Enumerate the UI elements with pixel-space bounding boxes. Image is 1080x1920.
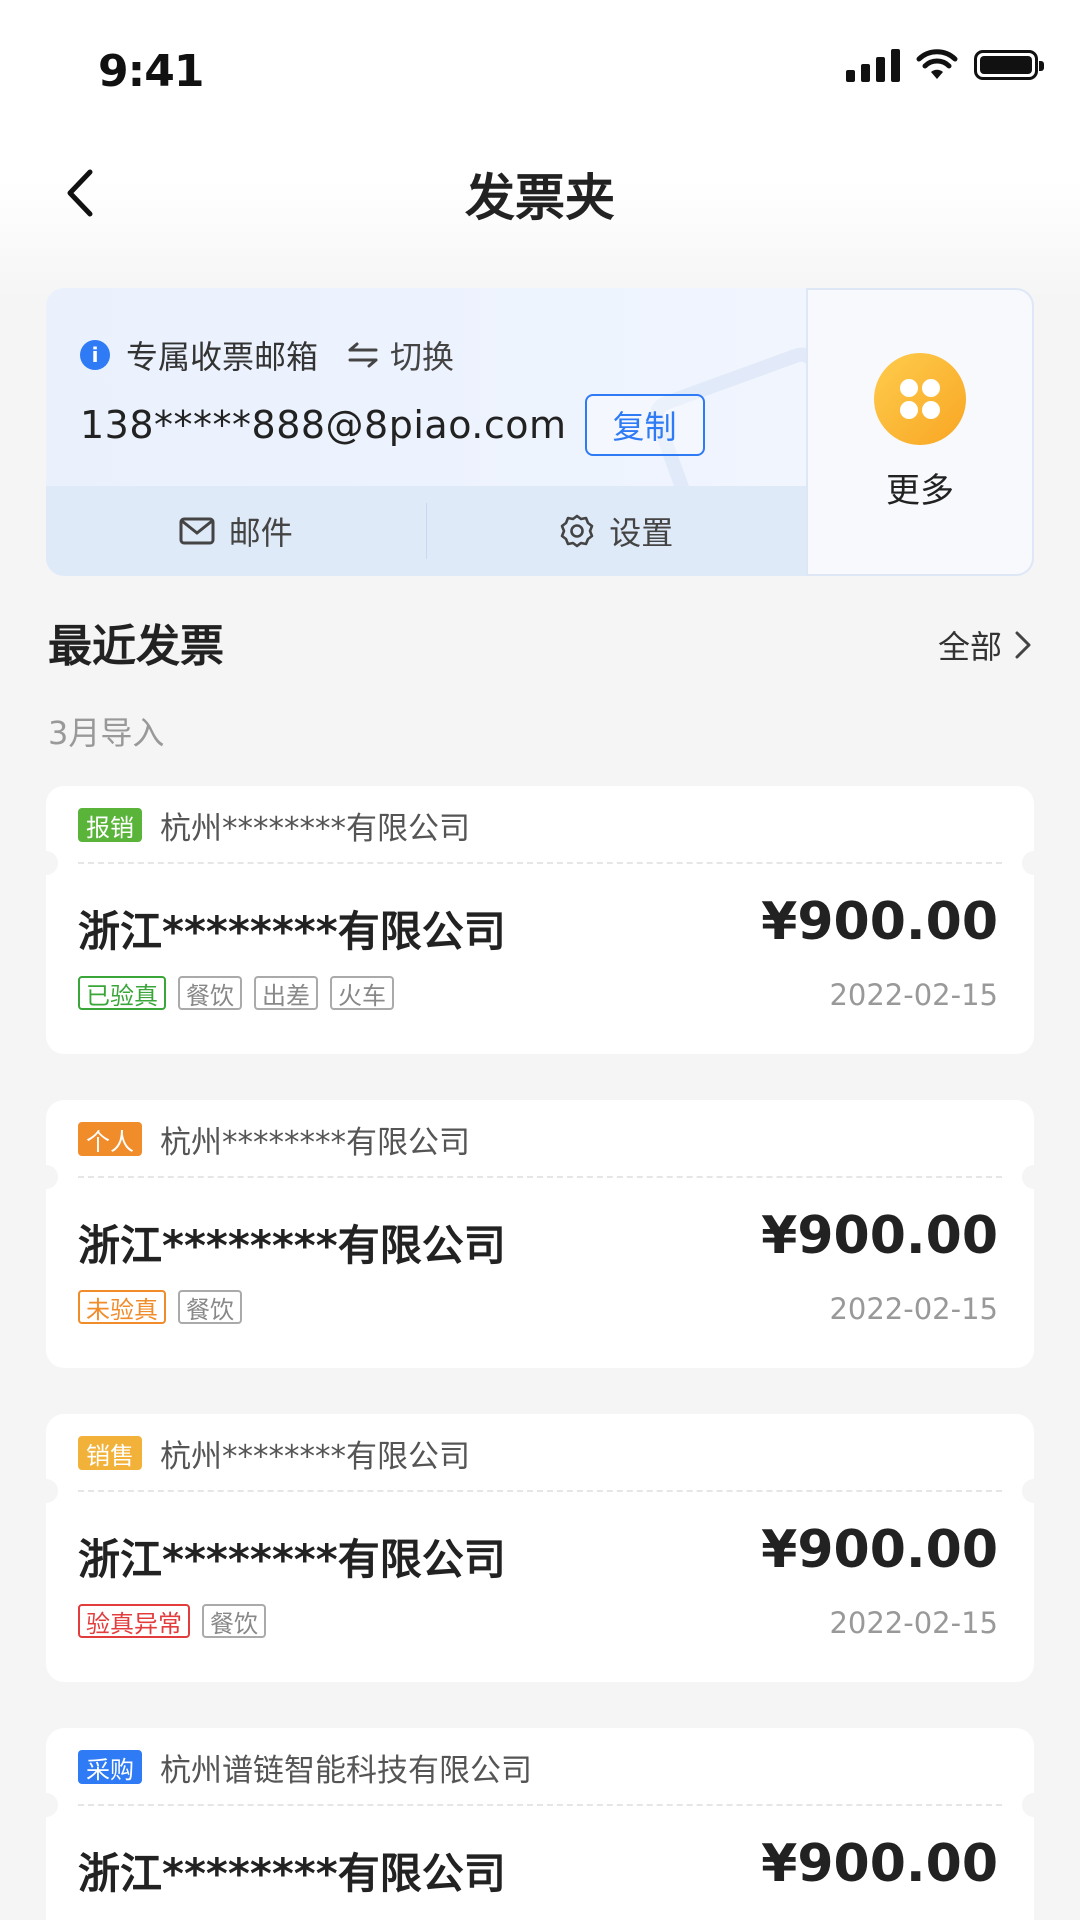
seller-name: 杭州谱链智能科技有限公司: [160, 1752, 532, 1789]
more-label: 更多: [886, 470, 954, 511]
status-icons: [846, 48, 1044, 82]
status-badge: 未验真: [78, 1290, 166, 1324]
more-button[interactable]: 更多: [806, 288, 1034, 576]
recent-title: 最近发票: [48, 621, 224, 672]
invoice-amount: ¥900.00: [761, 892, 998, 952]
seller-name: 杭州********有限公司: [160, 810, 470, 847]
buyer-name: 浙江********有限公司: [78, 1849, 506, 1898]
tag-list: 已验真 餐饮 出差 火车: [78, 976, 394, 1010]
tag-list: 未验真 餐饮: [78, 1290, 242, 1324]
wifi-icon: [916, 49, 958, 79]
battery-icon: [974, 50, 1044, 80]
buyer-name: 浙江********有限公司: [78, 907, 506, 956]
recent-header: 最近发票 全部: [48, 610, 1032, 672]
invoice-card[interactable]: 个人 杭州********有限公司 浙江********有限公司 ¥900.00…: [34, 1100, 1046, 1368]
invoice-card[interactable]: 采购 杭州谱链智能科技有限公司 浙江********有限公司 ¥900.00: [34, 1728, 1046, 1920]
invoice-date: 2022-02-15: [829, 1292, 998, 1326]
dashed-divider: [78, 1490, 1002, 1492]
tag: 餐饮: [178, 976, 242, 1010]
switch-mailbox-button[interactable]: 切换: [346, 332, 454, 378]
mailbox-card: i 专属收票邮箱 切换 138*****888@8piao.com 复制 邮件: [46, 288, 1034, 576]
invoice-date: 2022-02-15: [829, 978, 998, 1012]
mailbox-actions: 邮件 设置: [46, 486, 806, 576]
invoice-card[interactable]: 销售 杭州********有限公司 浙江********有限公司 ¥900.00…: [34, 1414, 1046, 1682]
dashed-divider: [78, 1804, 1002, 1806]
switch-label: 切换: [390, 338, 455, 376]
tag: 火车: [330, 976, 394, 1010]
dashed-divider: [78, 862, 1002, 864]
tag: 出差: [254, 976, 318, 1010]
view-all-label: 全部: [937, 628, 1002, 666]
signal-icon: [846, 48, 900, 82]
status-bar: 9:41: [0, 0, 1080, 140]
invoice-card[interactable]: 报销 杭州********有限公司 浙江********有限公司 ¥900.00…: [34, 786, 1046, 1054]
swap-icon: [348, 342, 378, 368]
category-badge: 销售: [78, 1436, 142, 1470]
tag-list: 验真异常 餐饮: [78, 1604, 266, 1638]
mail-button[interactable]: 邮件: [46, 508, 426, 554]
category-badge: 个人: [78, 1122, 142, 1156]
mail-icon: [179, 517, 215, 545]
view-all-button[interactable]: 全部: [938, 622, 1032, 668]
seller-name: 杭州********有限公司: [160, 1124, 470, 1161]
status-badge: 验真异常: [78, 1604, 190, 1638]
seller-name: 杭州********有限公司: [160, 1438, 470, 1475]
settings-button[interactable]: 设置: [427, 508, 807, 554]
category-badge: 采购: [78, 1750, 142, 1784]
nav-bar: 发票夹: [0, 140, 1080, 250]
tag: 餐饮: [178, 1290, 242, 1324]
tag: 餐饮: [202, 1604, 266, 1638]
grid-icon: [874, 352, 966, 445]
info-icon: i: [80, 340, 110, 370]
settings-label: 设置: [609, 514, 674, 552]
invoice-date: 2022-02-15: [829, 1606, 998, 1640]
copy-button[interactable]: 复制: [584, 394, 705, 456]
mailbox-panel: i 专属收票邮箱 切换 138*****888@8piao.com 复制 邮件: [46, 288, 806, 576]
group-label: 3月导入: [48, 714, 165, 752]
page-title: 发票夹: [465, 169, 615, 227]
gear-icon: [560, 514, 594, 548]
buyer-name: 浙江********有限公司: [78, 1535, 506, 1584]
buyer-name: 浙江********有限公司: [78, 1221, 506, 1270]
invoice-amount: ¥900.00: [761, 1520, 998, 1580]
mail-label: 邮件: [228, 514, 293, 552]
chevron-right-icon: [1015, 631, 1031, 659]
status-time: 9:41: [98, 46, 204, 97]
invoice-amount: ¥900.00: [761, 1206, 998, 1266]
category-badge: 报销: [78, 808, 142, 842]
status-badge: 已验真: [78, 976, 166, 1010]
mailbox-email: 138*****888@8piao.com: [80, 403, 567, 447]
mailbox-label: 专属收票邮箱: [126, 338, 319, 376]
dashed-divider: [78, 1176, 1002, 1178]
invoice-amount: ¥900.00: [761, 1834, 998, 1894]
